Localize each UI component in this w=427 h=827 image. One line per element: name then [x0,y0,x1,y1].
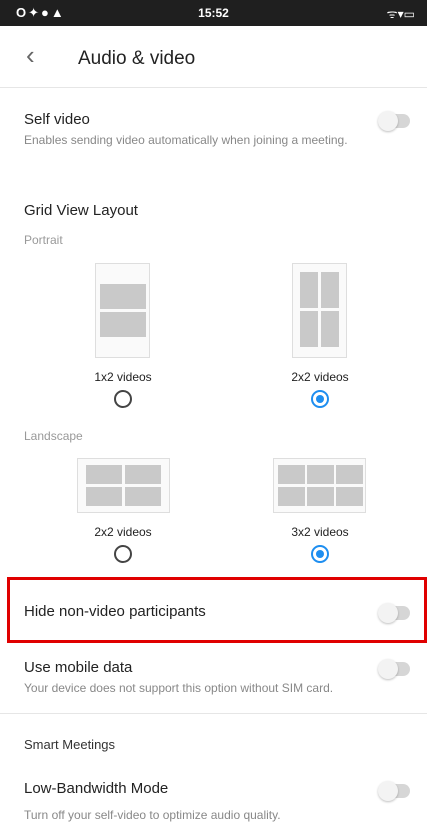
status-time: 15:52 [198,6,229,20]
page-title: Audio & video [78,48,196,69]
mobile-data-subtitle: Your device does not support this option… [24,681,334,695]
video-tile [300,311,318,347]
self-video-toggle[interactable] [378,111,410,131]
mobile-data-title: Use mobile data [24,659,133,676]
section-divider [0,713,427,714]
video-tile [278,465,305,484]
landscape-2x2-preview[interactable] [77,458,170,513]
video-tile [336,465,363,484]
video-tile [336,487,363,506]
toggle-knob [378,659,398,679]
video-tile [278,487,305,506]
landscape-option-2x2-label: 2x2 videos [94,525,152,539]
status-system-icons: ᯤ▾▭ [386,7,415,21]
self-video-title: Self video [24,111,90,128]
self-video-subtitle: Enables sending video automatically when… [24,133,348,147]
toggle-knob [378,781,398,801]
low-bandwidth-toggle[interactable] [378,781,410,801]
landscape-3x2-radio[interactable] [311,545,329,563]
low-bandwidth-subtitle: Turn off your self-video to optimize aud… [24,808,281,822]
back-arrow-icon[interactable]: ‹ [26,42,35,68]
hide-non-video-toggle[interactable] [378,603,410,623]
radio-dot [316,550,324,558]
video-tile [100,312,146,337]
portrait-label: Portrait [24,233,63,247]
smart-meetings-heading: Smart Meetings [24,737,116,752]
grid-view-heading: Grid View Layout [24,202,138,219]
landscape-option-3x2-label: 3x2 videos [291,525,349,539]
video-tile [300,272,318,308]
portrait-2x2-radio[interactable] [311,390,329,408]
video-tile [100,284,146,309]
mobile-data-toggle[interactable] [378,659,410,679]
video-tile [125,465,161,484]
video-tile [321,311,339,347]
video-tile [307,465,334,484]
landscape-2x2-radio[interactable] [114,545,132,563]
low-bandwidth-title: Low-Bandwidth Mode [24,780,169,797]
portrait-option-2x2-label: 2x2 videos [291,370,349,384]
radio-dot [316,395,324,403]
toggle-knob [378,603,398,623]
portrait-2x2-preview[interactable] [292,263,347,358]
landscape-3x2-preview[interactable] [273,458,366,513]
video-tile [307,487,334,506]
video-tile [86,465,122,484]
status-bar: O✦●▲ 15:52 ᯤ▾▭ [0,0,427,26]
portrait-1x2-preview[interactable] [95,263,150,358]
video-tile [86,487,122,506]
video-tile [321,272,339,308]
landscape-label: Landscape [24,429,83,443]
portrait-option-1x2-label: 1x2 videos [94,370,152,384]
toggle-knob [378,111,398,131]
portrait-1x2-radio[interactable] [114,390,132,408]
app-header: ‹ Audio & video [0,26,427,88]
video-tile [125,487,161,506]
hide-non-video-title: Hide non-video participants [24,603,206,620]
